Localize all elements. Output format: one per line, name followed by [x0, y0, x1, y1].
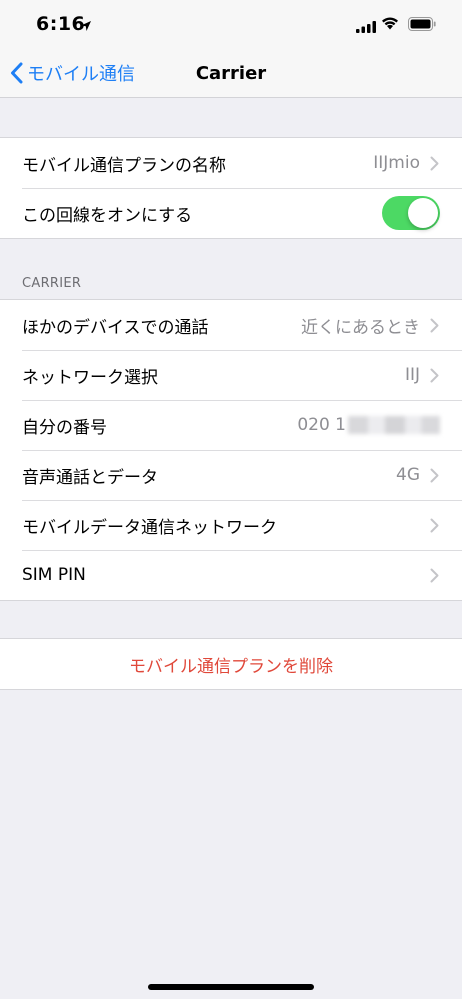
line-on-label: この回線をオンにする	[22, 205, 193, 226]
toggle-knob	[408, 198, 438, 228]
wifi-icon	[381, 15, 399, 34]
mobile-data-network-row[interactable]: モバイルデータ通信ネットワーク	[0, 500, 462, 550]
plan-name-row[interactable]: モバイル通信プランの名称 IIJmio	[0, 138, 462, 188]
calls-on-other-devices-value: 近くにあるとき	[301, 317, 420, 338]
my-number-label: 自分の番号	[22, 417, 107, 438]
sim-pin-row[interactable]: SIM PIN	[0, 550, 462, 600]
carrier-settings-group: ほかのデバイスでの通話 近くにあるとき ネットワーク選択 IIJ 自分の番号 0…	[0, 299, 462, 601]
chevron-right-icon	[430, 156, 440, 171]
location-arrow-icon	[80, 17, 92, 36]
chevron-right-icon	[430, 518, 440, 533]
calls-on-other-devices-row[interactable]: ほかのデバイスでの通話 近くにあるとき	[0, 300, 462, 350]
line-on-toggle[interactable]	[382, 196, 440, 230]
battery-icon	[408, 16, 436, 35]
chevron-right-icon	[430, 368, 440, 383]
section-header-carrier: CARRIER	[22, 276, 82, 291]
calls-on-other-devices-label: ほかのデバイスでの通話	[22, 317, 209, 338]
plan-name-value: IIJmio	[373, 153, 420, 173]
delete-plan-group: モバイル通信プランを削除	[0, 638, 462, 690]
status-bar: 6:16	[0, 0, 462, 48]
my-number-value: 020 1	[297, 415, 440, 435]
redacted-number-mask	[348, 416, 440, 434]
plan-settings-group: モバイル通信プランの名称 IIJmio この回線をオンにする	[0, 137, 462, 239]
network-selection-label: ネットワーク選択	[22, 367, 158, 388]
chevron-right-icon	[430, 318, 440, 333]
voice-and-data-label: 音声通話とデータ	[22, 467, 158, 488]
my-number-text: 020 1	[297, 415, 346, 435]
cellular-signal-icon	[356, 18, 376, 37]
chevron-right-icon	[430, 568, 440, 583]
my-number-row[interactable]: 自分の番号 020 1	[0, 400, 462, 450]
network-selection-value: IIJ	[404, 365, 420, 385]
delete-plan-button[interactable]: モバイル通信プランを削除	[0, 639, 462, 689]
network-selection-row[interactable]: ネットワーク選択 IIJ	[0, 350, 462, 400]
home-indicator[interactable]	[148, 984, 314, 990]
voice-and-data-value: 4G	[396, 465, 420, 485]
sim-pin-label: SIM PIN	[22, 565, 86, 585]
voice-and-data-row[interactable]: 音声通話とデータ 4G	[0, 450, 462, 500]
mobile-data-network-label: モバイルデータ通信ネットワーク	[22, 517, 277, 538]
plan-name-label: モバイル通信プランの名称	[22, 155, 226, 176]
line-on-row: この回線をオンにする	[0, 188, 462, 238]
chevron-right-icon	[430, 468, 440, 483]
navigation-bar: モバイル通信 Carrier	[0, 48, 462, 98]
chevron-left-icon	[10, 62, 23, 84]
status-time: 6:16	[36, 13, 86, 35]
back-button[interactable]: モバイル通信	[10, 48, 135, 98]
back-button-label: モバイル通信	[27, 64, 135, 85]
